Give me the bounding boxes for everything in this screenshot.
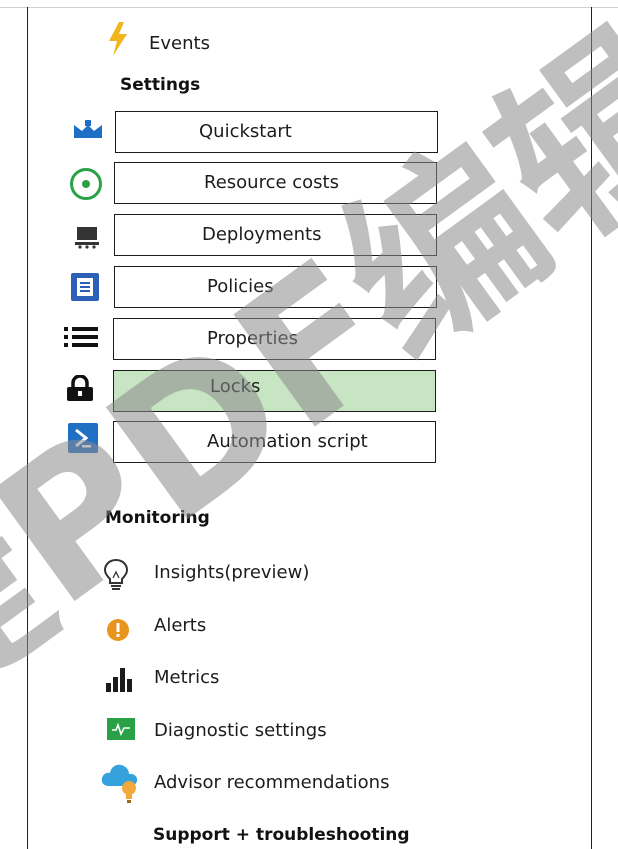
- quickstart-icon: [74, 120, 102, 138]
- deployments-label: Deployments: [202, 224, 322, 245]
- locks-button[interactable]: Locks: [113, 370, 436, 412]
- properties-label: Properties: [207, 328, 298, 349]
- policies-label: Policies: [207, 276, 274, 297]
- deployments-icon: [75, 227, 99, 249]
- quickstart-label: Quickstart: [199, 121, 292, 142]
- diagnostic-settings-icon: [107, 718, 135, 740]
- settings-heading: Settings: [120, 75, 201, 95]
- properties-list-icon: [64, 327, 98, 347]
- policies-button[interactable]: Policies: [114, 266, 437, 308]
- resource-costs-button[interactable]: Resource costs: [114, 162, 437, 204]
- monitoring-heading: Monitoring: [105, 508, 210, 528]
- advisor-cloud-icon: [101, 764, 138, 803]
- resource-costs-label: Resource costs: [204, 172, 339, 193]
- deployments-button[interactable]: Deployments: [114, 214, 437, 256]
- automation-script-label: Automation script: [207, 431, 368, 452]
- top-divider: [0, 7, 618, 8]
- lightbulb-icon: [103, 558, 129, 590]
- nav-item-advisor-recommendations-label: Advisor recommendations: [154, 772, 390, 793]
- policies-icon: [71, 273, 99, 301]
- quickstart-button[interactable]: Quickstart: [115, 111, 438, 153]
- properties-button[interactable]: Properties: [113, 318, 436, 360]
- metrics-chart-icon: [106, 668, 132, 692]
- resource-costs-icon: [70, 168, 102, 200]
- left-border: [27, 7, 28, 849]
- alert-icon: [107, 619, 129, 641]
- nav-item-diagnostic-settings-label: Diagnostic settings: [154, 720, 327, 741]
- automation-script-icon: [68, 423, 98, 453]
- nav-item-alerts-label: Alerts: [154, 615, 207, 636]
- lock-icon: [67, 375, 93, 401]
- nav-item-events-label: Events: [149, 33, 210, 54]
- nav-item-metrics-label: Metrics: [154, 667, 220, 688]
- lightning-icon: [109, 22, 127, 56]
- settings-panel-screenshot: Events Settings Quickstart Resource cost…: [0, 0, 618, 849]
- locks-label: Locks: [210, 376, 261, 397]
- nav-item-insights-label: Insights(preview): [154, 562, 310, 583]
- right-border: [591, 7, 592, 849]
- support-troubleshooting-heading: Support + troubleshooting: [153, 825, 410, 845]
- automation-script-button[interactable]: Automation script: [113, 421, 436, 463]
